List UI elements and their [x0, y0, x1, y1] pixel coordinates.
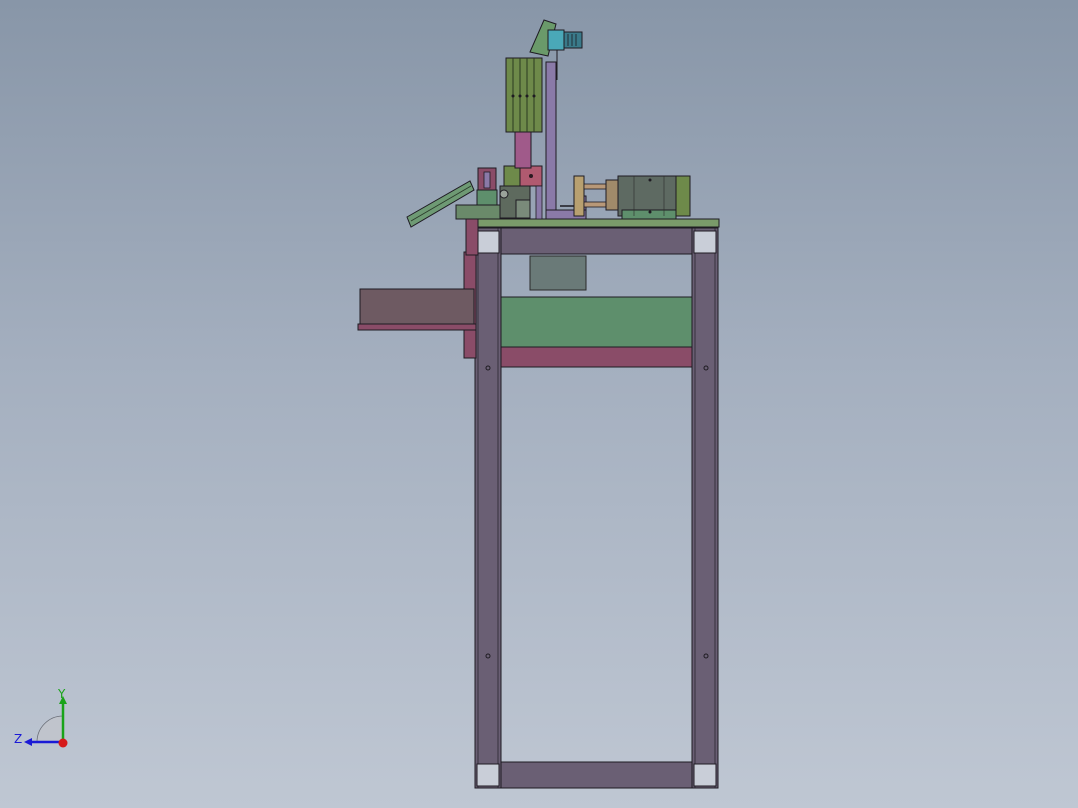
- clamp-cylinder-inner: [483, 171, 491, 189]
- frame-bottom-beam[interactable]: [500, 761, 693, 789]
- sensor-block[interactable]: [503, 165, 521, 187]
- small-post: [535, 185, 543, 220]
- cad-viewport[interactable]: Y Z: [0, 0, 1078, 808]
- triad-arc: [36, 715, 64, 743]
- corner-cap: [476, 763, 500, 787]
- pink-column[interactable]: [514, 131, 532, 169]
- corner-cap: [693, 230, 717, 254]
- clamp-base[interactable]: [455, 204, 503, 220]
- z-axis-label: Z: [14, 732, 22, 746]
- frame-top-beam[interactable]: [500, 227, 693, 255]
- y-axis-label: Y: [57, 687, 66, 701]
- machine-side-view[interactable]: [0, 0, 1078, 808]
- orientation-triad: Y Z: [14, 687, 68, 748]
- electrical-box[interactable]: [529, 255, 587, 291]
- corner-cap: [693, 763, 717, 787]
- outfeed-tray-lip: [357, 323, 477, 331]
- outfeed-tray[interactable]: [359, 288, 475, 326]
- frame-right-post[interactable]: [691, 227, 719, 789]
- feeder-chute[interactable]: [406, 180, 475, 228]
- clamp-block[interactable]: [476, 189, 498, 206]
- green-panel[interactable]: [500, 296, 693, 348]
- pink-block-hole: [529, 174, 533, 178]
- roller: [499, 189, 509, 199]
- drive-motor[interactable]: [617, 175, 691, 220]
- top-plate[interactable]: [469, 218, 720, 228]
- maroon-rail[interactable]: [500, 346, 693, 368]
- vertical-mast[interactable]: [545, 61, 557, 213]
- finned-actuator[interactable]: [505, 57, 543, 133]
- frame-left-post[interactable]: [474, 227, 502, 789]
- guide-block-small: [515, 199, 531, 219]
- x-axis-dot: [58, 738, 68, 748]
- corner-cap: [476, 230, 500, 254]
- plate-side-block: [465, 218, 479, 256]
